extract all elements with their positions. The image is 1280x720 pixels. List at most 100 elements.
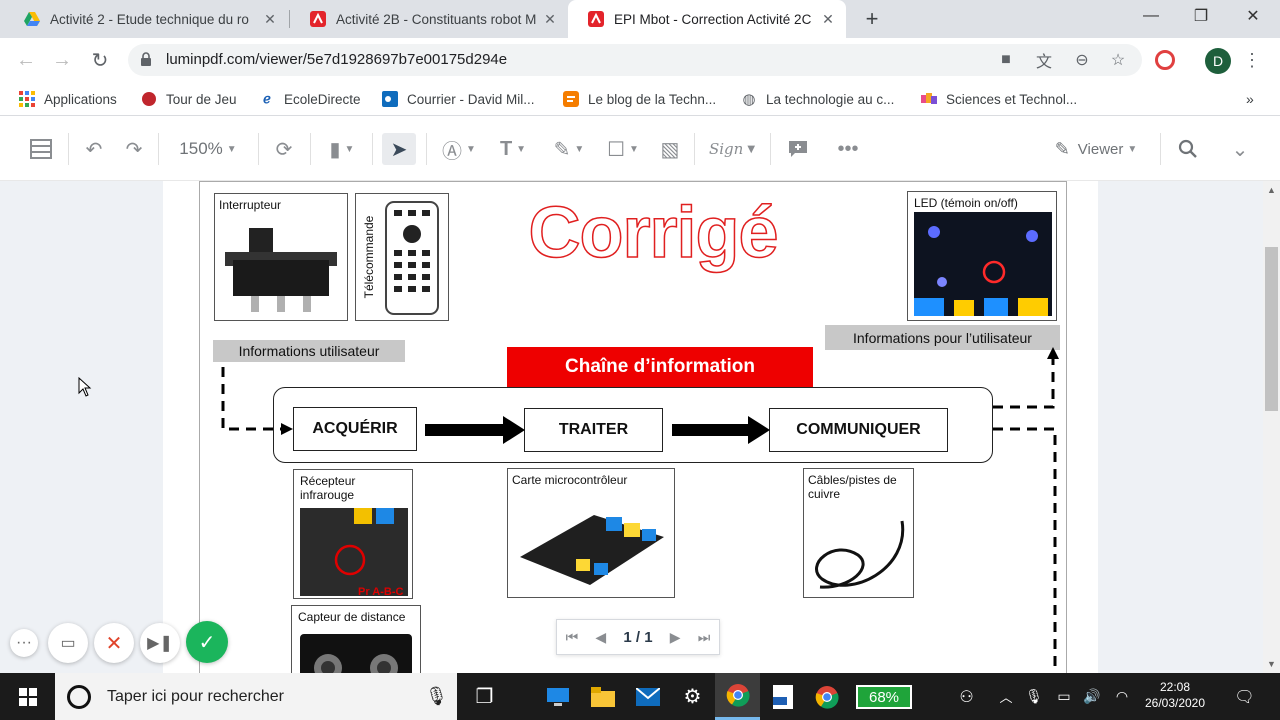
bookmark-courrier[interactable]: Courrier - David Mil... <box>381 88 535 110</box>
pause-play-icon[interactable]: ▶❚ <box>140 623 180 663</box>
confirm-check-icon[interactable]: ✓ <box>186 621 228 663</box>
bookmark-applications[interactable]: Applications <box>18 88 117 110</box>
next-page-icon[interactable]: ▶ <box>670 629 681 646</box>
cable-image <box>815 520 905 589</box>
bookmarks-bar: Applications Tour de Jeu ℯ EcoleDirecte … <box>0 82 1280 116</box>
chrome-taskbar-icon[interactable] <box>715 673 760 720</box>
bookmark-label: Courrier - David Mil... <box>407 91 535 107</box>
board-image <box>520 515 664 585</box>
window-close-icon[interactable]: ✕ <box>1228 0 1278 32</box>
reload-icon[interactable]: ↻ <box>84 44 116 76</box>
new-tab-button[interactable]: + <box>858 6 886 31</box>
settings-gear-icon[interactable]: ⚙ <box>670 673 715 720</box>
chrome-second-icon[interactable] <box>804 673 849 720</box>
translate-icon[interactable]: 文 <box>1034 50 1054 71</box>
profile-avatar[interactable]: D <box>1205 48 1231 74</box>
chevron-down-icon[interactable]: ⌄ <box>1226 133 1254 165</box>
outlook-icon <box>381 90 399 108</box>
blogger-icon <box>562 90 580 108</box>
recepteur-label: Récepteur infrarouge <box>300 474 356 502</box>
star-icon[interactable]: ☆ <box>1108 50 1128 70</box>
tab-activite-2[interactable]: Activité 2 - Etude technique du ro ✕ <box>4 0 288 38</box>
sidebar-toggle-icon[interactable] <box>26 133 56 165</box>
first-page-icon[interactable]: ⏮ <box>566 629 579 646</box>
bookmark-ecoledirecte[interactable]: ℯ EcoleDirecte <box>258 88 360 110</box>
tab-epi-mbot[interactable]: EPI Mbot - Correction Activité 2C ✕ <box>568 0 846 38</box>
cables-card: Câbles/pistes de cuivre <box>803 468 914 598</box>
omnibox[interactable]: luminpdf.com/viewer/5e7d1928697b7e00175d… <box>128 44 1142 76</box>
text-tool-icon[interactable]: T ▼ <box>492 133 534 165</box>
bookmark-sciences[interactable]: Sciences et Technol... <box>920 88 1077 110</box>
minimize-icon[interactable]: — <box>1126 0 1176 32</box>
file-explorer-icon[interactable] <box>580 673 625 720</box>
windows-start-icon[interactable] <box>5 673 50 720</box>
people-icon[interactable]: ⚇ <box>944 673 989 720</box>
text-highlight-icon[interactable]: Ⓐ ▼ <box>438 133 480 165</box>
lumin-pdf-icon <box>310 11 326 27</box>
scroll-down-icon[interactable]: ▼ <box>1267 659 1276 669</box>
close-icon[interactable]: ✕ <box>262 11 278 27</box>
mouse-cursor-icon <box>78 377 92 397</box>
viewer-mode-dropdown[interactable]: ✎ Viewer ▼ <box>1046 133 1146 165</box>
last-page-icon[interactable]: ⏭ <box>698 629 711 646</box>
camera-toggle-icon[interactable]: ▭ <box>48 623 88 663</box>
comment-icon[interactable] <box>784 133 812 165</box>
camera-blocked-icon[interactable]: ■ <box>996 50 1016 70</box>
undo-icon[interactable]: ↶ <box>80 133 108 165</box>
notification-center-icon[interactable]: 🗨 <box>1222 673 1267 720</box>
more-dots-icon[interactable]: ··· <box>10 629 38 657</box>
bookmark-technologie[interactable]: ◍ La technologie au c... <box>740 88 894 110</box>
wifi-icon[interactable]: ◠ <box>1102 673 1142 720</box>
clock[interactable]: 22:08 26/03/2020 <box>1140 679 1210 711</box>
redo-icon[interactable]: ↷ <box>120 133 148 165</box>
scroll-up-icon[interactable]: ▲ <box>1267 185 1276 195</box>
carte-label: Carte microcontrôleur <box>512 473 628 487</box>
search-icon[interactable] <box>1174 133 1202 165</box>
more-options-icon[interactable]: ••• <box>834 133 862 165</box>
back-arrow-icon[interactable]: ← <box>10 44 42 76</box>
zoom-value: 150% <box>179 139 223 158</box>
battery-widget[interactable]: 68% <box>856 685 912 709</box>
image-tool-icon[interactable]: ▧ <box>656 133 684 165</box>
sign-tool-button[interactable]: Sign ▼ <box>704 133 760 165</box>
zoom-select[interactable]: 150% ▼ <box>172 133 244 165</box>
bookmark-blog[interactable]: Le blog de la Techn... <box>562 88 716 110</box>
document-viewer: Interrupteur Télécommande Corrigé LED (t… <box>0 181 1280 673</box>
bookmark-tour-de-jeu[interactable]: Tour de Jeu <box>140 88 237 110</box>
bookmark-label: Tour de Jeu <box>166 91 237 107</box>
extension-icon[interactable] <box>1155 50 1175 70</box>
windows-taskbar: Taper ici pour rechercher 🎙 ❐ ⚙ 68% ⚇ ︿ … <box>0 673 1280 720</box>
bookmarks-overflow-icon[interactable]: » <box>1246 88 1254 110</box>
scrollbar[interactable]: ▲ ▼ <box>1263 181 1280 673</box>
cancel-recording-icon[interactable]: ✕ <box>94 623 134 663</box>
microphone-icon[interactable]: 🎙 <box>425 686 448 707</box>
pdf-page: Interrupteur Télécommande Corrigé LED (t… <box>163 181 1098 673</box>
lumin-toolbar: ↶ ↷ 150% ▼ ⟳ ▮ ▼ ➤ Ⓐ ▼ T ▼ ✎ ▼ ☐ ▼ ▧ Sign ▼ •••… <box>0 117 1280 181</box>
close-icon[interactable]: ✕ <box>820 11 836 27</box>
apps-grid-icon <box>18 90 36 108</box>
bookmark-label: Le blog de la Techn... <box>588 91 717 107</box>
menu-kebab-icon[interactable]: ⋮ <box>1243 48 1261 72</box>
select-cursor-icon[interactable]: ➤ <box>382 133 416 165</box>
taskbar-search-input[interactable]: Taper ici pour rechercher 🎙 <box>55 673 457 720</box>
forward-arrow-icon[interactable]: → <box>46 44 78 76</box>
rotate-icon[interactable]: ⟳ <box>270 133 298 165</box>
zoom-icon[interactable]: ⊖ <box>1072 50 1092 70</box>
scrollbar-thumb[interactable] <box>1265 247 1278 411</box>
restore-icon[interactable]: ❐ <box>1176 0 1226 32</box>
task-view-icon[interactable]: ❐ <box>462 673 507 720</box>
capteur-label: Capteur de distance <box>298 610 406 624</box>
pen-tool-icon[interactable]: ✎ ▼ <box>548 133 590 165</box>
close-icon[interactable]: ✕ <box>542 11 558 27</box>
shape-tool-icon[interactable]: ☐ ▼ <box>602 133 644 165</box>
file-menu-icon[interactable]: ▮ ▼ <box>322 133 362 165</box>
cables-label: Câbles/pistes de cuivre <box>808 473 897 501</box>
prev-page-icon[interactable]: ◀ <box>595 629 606 646</box>
clock-date: 26/03/2020 <box>1144 696 1206 710</box>
mail-icon[interactable] <box>625 673 670 720</box>
document-app-icon[interactable] <box>760 673 805 720</box>
pc-monitor-icon[interactable] <box>535 673 580 720</box>
tab-title: Activité 2 - Etude technique du ro <box>50 11 249 27</box>
tab-activite-2b[interactable]: Activité 2B - Constituants robot M ✕ <box>290 0 568 38</box>
page-navigator: ⏮ ◀ 1 / 1 ▶ ⏭ <box>556 619 720 655</box>
